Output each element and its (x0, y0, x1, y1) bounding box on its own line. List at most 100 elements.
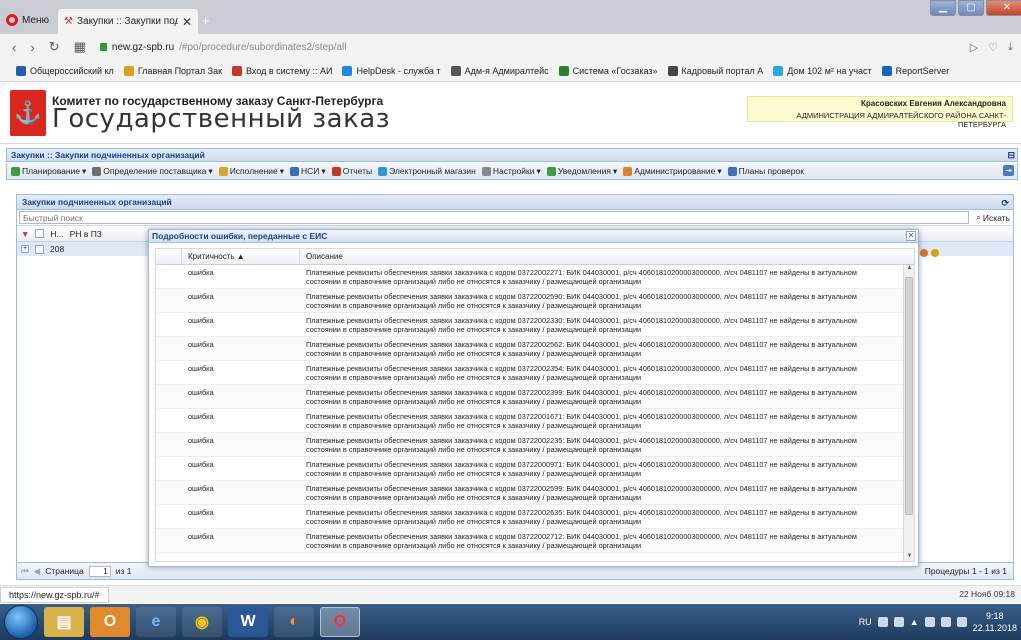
toolbar-menu-3[interactable]: НСИ ▾ (290, 166, 326, 177)
table-row[interactable]: ошибка Платежные реквизиты обеспечения за… (156, 361, 904, 385)
table-row[interactable]: ошибка Платежные реквизиты обеспечения за… (156, 313, 904, 337)
table-row[interactable]: ошибка Платежные реквизиты обеспечения за… (156, 265, 904, 289)
prev-page-icon[interactable]: ◀ (34, 566, 41, 577)
bookmark-item[interactable]: Главная Портал Зак (123, 65, 222, 76)
pen-icon[interactable] (893, 617, 904, 627)
volume-icon[interactable] (956, 617, 967, 627)
close-window-button[interactable]: ✕ (986, 0, 1021, 16)
scroll-thumb[interactable] (905, 277, 913, 515)
table-row[interactable]: ошибка Платежные реквизиты обеспечения за… (156, 385, 904, 409)
help-icon[interactable] (877, 617, 888, 627)
new-tab-button[interactable]: + (202, 13, 210, 28)
browser-tab[interactable]: ⚒ Закупки :: Закупки подчи ✕ (58, 9, 198, 34)
toolbar-menu-5[interactable]: Электронный магазин (378, 166, 476, 176)
action-icon[interactable] (920, 249, 928, 257)
table-row[interactable]: ошибка Платежные реквизиты обеспечения за… (156, 433, 904, 457)
description-cell: Платежные реквизиты обеспечения заявки з… (306, 460, 857, 478)
toolbar-menu-1[interactable]: Определение поставщика ▾ (92, 165, 213, 177)
bookmark-item[interactable]: HelpDesk - служба т (342, 65, 441, 76)
first-page-icon[interactable]: ⏮ (21, 566, 29, 577)
outlook-app-icon[interactable]: O (90, 607, 130, 637)
toolbar-item-label: Настройки (492, 166, 535, 176)
toolbar-menu-8[interactable]: Администрирование ▾ (623, 166, 722, 177)
bookmark-item[interactable]: Адм-я Адмиралтейс (450, 65, 549, 76)
bookmark-label: Адм-я Адмиралтейс (464, 65, 549, 76)
search-button[interactable]: ⌕ Искать (976, 212, 1010, 223)
bookmark-item[interactable]: ReportServer (881, 65, 949, 76)
explorer-app-icon[interactable]: ▤ (44, 607, 84, 637)
row-numberer (156, 361, 182, 384)
start-button[interactable] (4, 605, 38, 639)
vpn-icon[interactable]: ▷ (970, 41, 978, 54)
table-row[interactable]: ошибка Платежные реквизиты обеспечения за… (156, 409, 904, 433)
heart-icon[interactable]: ♡ (988, 41, 998, 54)
toolbar-menu-6[interactable]: Настройки ▾ (481, 166, 541, 177)
word-app-icon[interactable]: W (228, 607, 268, 637)
toolbar-menu-0[interactable]: Планирование ▾ (11, 166, 86, 177)
select-all-checkbox[interactable] (35, 229, 45, 238)
network-icon[interactable] (940, 617, 951, 627)
column-header-number[interactable]: Н... (50, 229, 63, 239)
dialog-close-icon[interactable]: ✕ (906, 231, 916, 241)
scroll-down-icon[interactable]: ▼ (904, 553, 914, 561)
chrome-app-icon[interactable]: ◉ (182, 607, 222, 637)
url-field[interactable]: new.gz-spb.ru /#po/procedure/subordinates… (99, 41, 347, 53)
firefox-app-icon[interactable]: ◐ (274, 607, 314, 637)
dropdown-arrow-icon: ▾ (208, 165, 213, 176)
system-tray: RU ▲ 9:18 22.11.2018 (859, 608, 1017, 636)
row-checkbox[interactable] (35, 244, 44, 254)
tray-expand-icon[interactable]: ▲ (910, 617, 919, 627)
row-expand-icon[interactable]: + (21, 245, 29, 253)
flag-icon[interactable] (924, 617, 935, 627)
language-indicator[interactable]: RU (859, 617, 872, 627)
collapse-icon[interactable]: ⊟ (1007, 149, 1015, 161)
user-info: Красовских Евгения Александровна АДМИНИС… (747, 96, 1013, 129)
row-action-icons (920, 249, 939, 257)
speed-dial-icon[interactable]: ▦ (74, 39, 86, 55)
quick-search-input[interactable] (19, 211, 969, 224)
opera-menu-button[interactable]: Меню (6, 11, 49, 29)
action-icon[interactable] (931, 249, 939, 257)
ie-app-icon[interactable]: e (136, 607, 176, 637)
bookmark-item[interactable]: Кадровый портал А (667, 65, 763, 76)
url-path: /#po/procedure/subordinates2/step/all (179, 41, 347, 53)
dialog-scrollbar[interactable]: ▲ ▼ (903, 265, 914, 561)
table-row[interactable]: ошибка Платежные реквизиты обеспечения за… (156, 289, 904, 313)
bookmark-favicon-icon (232, 65, 243, 76)
exit-icon[interactable]: ⇥ (1003, 165, 1014, 176)
table-row[interactable]: ошибка Платежные реквизиты обеспечения за… (156, 481, 904, 505)
customer-code: 03722002562 (517, 340, 563, 349)
bookmark-item[interactable]: Вход в систему :: АИ (232, 65, 332, 76)
maximize-button[interactable]: ▢ (958, 0, 984, 16)
bookmark-item[interactable]: Дом 102 м² на участ (773, 65, 872, 76)
table-row[interactable]: ошибка Платежные реквизиты обеспечения за… (156, 505, 904, 529)
toolbar-menu-7[interactable]: Уведомления ▾ (546, 166, 617, 177)
forward-icon[interactable]: › (30, 40, 34, 55)
tab-close-icon[interactable]: ✕ (182, 15, 192, 29)
toolbar-menu-4[interactable]: Отчеты (331, 166, 372, 176)
scroll-up-icon[interactable]: ▲ (904, 265, 914, 275)
bookmark-item[interactable]: Система «Госзаказ» (558, 65, 658, 76)
row-numberer (156, 385, 182, 408)
column-header-rn[interactable]: РН в ПЗ (70, 229, 102, 239)
toolbar-menu-2[interactable]: Исполнение ▾ (218, 166, 284, 177)
opera-app-icon[interactable]: O (320, 607, 360, 637)
download-icon[interactable]: ⤓ (1008, 41, 1013, 54)
bookmark-item[interactable]: Общероссийский кл (16, 65, 114, 76)
reload-icon[interactable]: ↻ (49, 39, 60, 55)
column-header-severity[interactable]: Критичность ▲ (182, 249, 300, 264)
table-row[interactable]: ошибка Платежные реквизиты обеспечения за… (156, 337, 904, 361)
tab-title: Закупки :: Закупки подчи (76, 16, 178, 27)
site-favicon-icon: ⚒ (64, 16, 73, 27)
toolbar-menu-9[interactable]: Планы проверок (727, 166, 804, 176)
refresh-icon[interactable]: ⟳ (1001, 196, 1009, 210)
main-toolbar: Планирование ▾ Определение поставщика ▾ Испо… (6, 163, 1018, 180)
table-row[interactable]: ошибка Платежные реквизиты обеспечения за… (156, 457, 904, 481)
filter-icon[interactable]: ▼ (21, 229, 29, 239)
column-header-description[interactable]: Описание (300, 249, 904, 264)
table-row[interactable]: ошибка Платежные реквизиты обеспечения за… (156, 529, 904, 553)
minimize-button[interactable]: ▁ (930, 0, 956, 16)
back-icon[interactable]: ‹ (12, 40, 16, 55)
clock[interactable]: 9:18 22.11.2018 (973, 610, 1017, 634)
page-input[interactable]: 1 (88, 565, 111, 577)
